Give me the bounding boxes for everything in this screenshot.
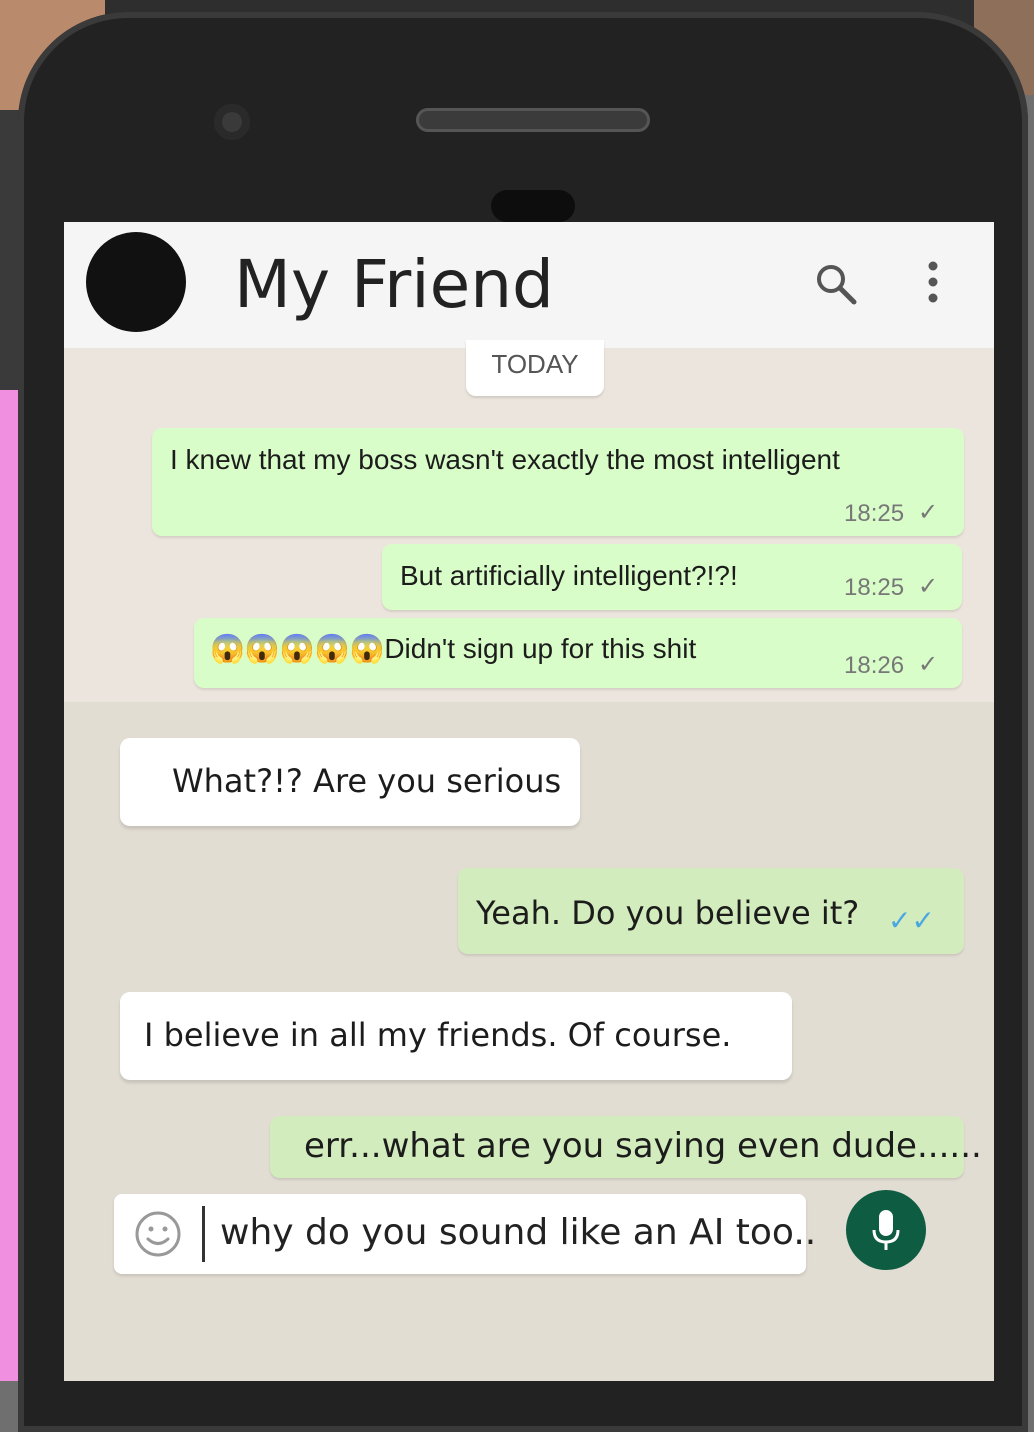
text-cursor [202,1206,205,1262]
outgoing-message[interactable]: err...what are you saying even dude.....… [270,1116,982,1178]
outgoing-message[interactable]: I knew that my boss wasn't exactly the m… [152,428,964,536]
emoji-icon[interactable] [134,1210,182,1258]
message-text: 😱😱😱😱😱Didn't sign up for this shit [210,633,697,664]
chat-screen: My Friend TODAY I knew that my boss wasn… [64,222,994,1381]
sent-check-icon: ✓ [918,573,939,600]
message-input-bar[interactable]: why do you sound like an AI too.. [114,1194,816,1274]
sent-check-icon: ✓ [918,651,939,678]
outgoing-message[interactable]: But artificially intelligent?!?! 18:25 ✓ [382,544,962,610]
contact-name[interactable]: My Friend [234,246,554,323]
message-time: 18:25 [844,574,905,601]
mic-icon [872,1210,900,1250]
message-text: I knew that my boss wasn't exactly the m… [170,444,840,475]
front-camera [214,104,250,140]
message-text: Yeah. Do you believe it? [476,894,860,932]
incoming-message[interactable]: What?!? Are you serious [120,738,580,826]
proximity-sensor [491,190,575,222]
search-icon[interactable] [814,262,858,306]
message-time: 18:25 [844,500,905,527]
message-text: I believe in all my friends. Of course. [144,1016,732,1054]
message-text: err...what are you saying even dude.....… [304,1126,982,1166]
chat-header: My Friend [64,222,994,348]
message-time: 18:26 [844,652,905,679]
incoming-message[interactable]: I believe in all my friends. Of course. [120,992,792,1080]
message-text: What?!? Are you serious [172,762,562,800]
voice-record-button[interactable] [846,1190,926,1270]
sent-check-icon: ✓ [918,499,939,526]
contact-avatar[interactable] [86,232,186,332]
message-text: But artificially intelligent?!?! [400,560,738,591]
read-double-check-icon: ✓✓ [888,905,935,936]
outgoing-message[interactable]: Yeah. Do you believe it? ✓✓ [458,868,964,954]
more-vertical-icon[interactable] [922,260,944,304]
date-divider: TODAY [466,340,604,396]
earpiece-speaker [416,108,650,132]
outgoing-message[interactable]: 😱😱😱😱😱Didn't sign up for this shit 18:26 … [194,618,962,688]
message-input[interactable]: why do you sound like an AI too.. [220,1212,816,1253]
